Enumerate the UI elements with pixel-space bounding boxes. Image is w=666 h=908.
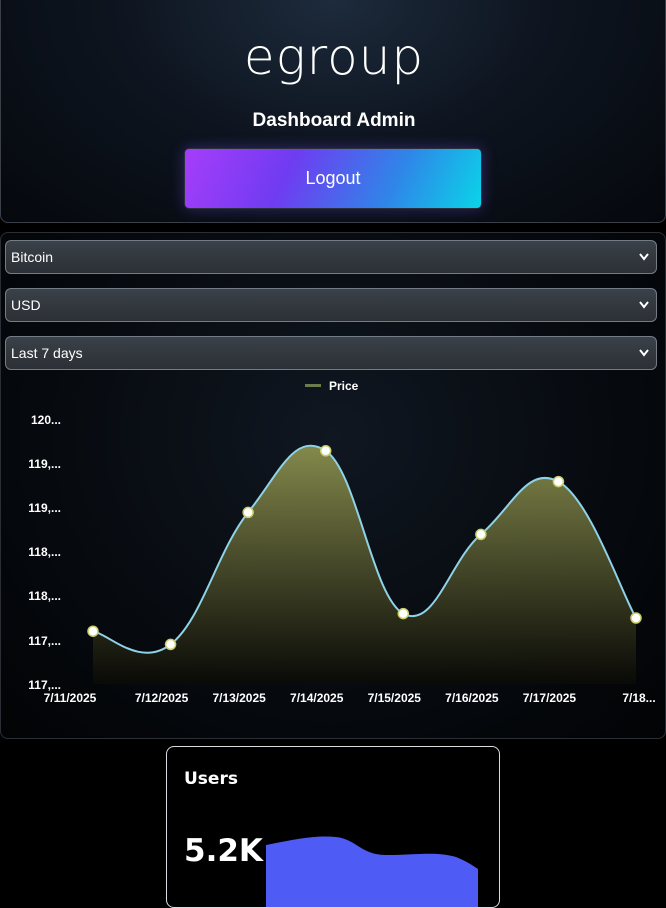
x-tick-label: 7/17/2025 xyxy=(523,691,577,705)
users-card[interactable]: Users 5.2K xyxy=(166,746,500,908)
price-point[interactable] xyxy=(87,625,99,637)
y-tick-label: 117,... xyxy=(28,678,61,692)
price-point[interactable] xyxy=(475,528,487,541)
header: egroup Dashboard Admin Logout xyxy=(0,0,666,223)
price-chart: Price 120... 119,... 119,... 118,... 118,...… xyxy=(28,379,655,705)
x-tick-label: 7/13/2025 xyxy=(212,691,266,705)
users-label: Users xyxy=(184,769,238,789)
legend-label[interactable]: Price xyxy=(329,379,359,393)
y-tick-label: 120... xyxy=(31,413,61,427)
price-point[interactable] xyxy=(630,612,642,624)
y-tick-label: 118,... xyxy=(28,589,61,603)
users-value: 5.2K xyxy=(184,833,263,869)
legend-swatch xyxy=(305,384,321,387)
logout-button[interactable]: Logout xyxy=(184,148,482,209)
y-tick-label: 119,... xyxy=(28,501,61,515)
chevron-down-icon xyxy=(639,253,649,261)
price-point[interactable] xyxy=(164,638,177,651)
coin-select[interactable]: Bitcoin xyxy=(5,240,657,274)
price-point[interactable] xyxy=(552,475,565,488)
price-point[interactable] xyxy=(319,445,332,457)
range-select-value: Last 7 days xyxy=(11,345,83,361)
x-tick-label: 7/12/2025 xyxy=(135,691,189,705)
x-tick-label: 7/15/2025 xyxy=(368,691,422,705)
coin-select-value: Bitcoin xyxy=(11,249,54,265)
y-tick-label: 118,... xyxy=(28,545,61,559)
x-tick-label: 7/18... xyxy=(622,691,655,705)
chevron-down-icon xyxy=(639,349,649,357)
price-point[interactable] xyxy=(242,506,254,519)
y-tick-label: 117,... xyxy=(28,634,61,648)
users-sparkline xyxy=(266,836,478,907)
chevron-down-icon xyxy=(639,301,649,309)
logo: egroup xyxy=(243,28,425,86)
currency-select-value: USD xyxy=(11,297,41,313)
x-tick-label: 7/14/2025 xyxy=(290,691,344,705)
x-tick-label: 7/11/2025 xyxy=(44,691,97,705)
range-select[interactable]: Last 7 days xyxy=(5,336,657,370)
x-tick-label: 7/16/2025 xyxy=(445,691,499,705)
currency-select[interactable]: USD xyxy=(5,288,657,322)
y-tick-label: 119,... xyxy=(28,457,61,471)
page-title: Dashboard Admin xyxy=(252,110,416,131)
price-point[interactable] xyxy=(397,607,410,620)
